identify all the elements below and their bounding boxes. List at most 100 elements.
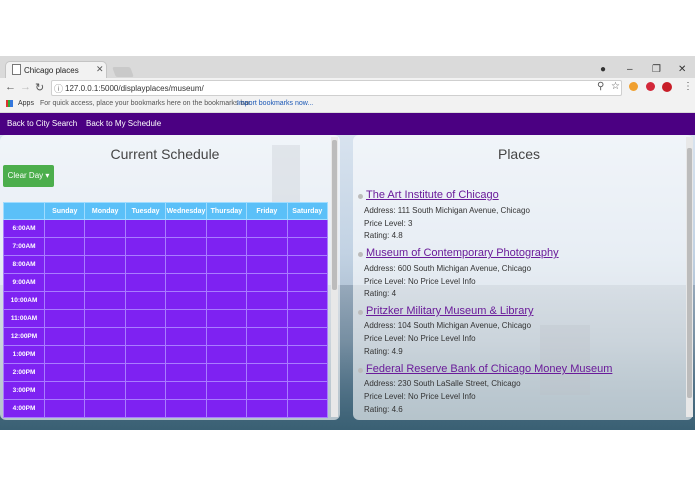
schedule-scroll-thumb[interactable] — [332, 140, 337, 290]
schedule-slot[interactable] — [84, 381, 126, 400]
clear-day-button[interactable]: Clear Day ▾ — [3, 165, 54, 187]
schedule-slot[interactable] — [124, 237, 167, 256]
schedule-slot[interactable] — [43, 273, 86, 292]
schedule-slot[interactable] — [165, 291, 207, 310]
back-to-city-search-link[interactable]: Back to City Search — [7, 119, 77, 128]
schedule-slot[interactable] — [286, 345, 329, 364]
schedule-slot[interactable] — [246, 219, 288, 238]
apps-link[interactable]: Apps — [18, 100, 34, 107]
back-to-schedule-link[interactable]: Back to My Schedule — [86, 119, 161, 128]
schedule-slot[interactable] — [43, 237, 86, 256]
schedule-slot[interactable] — [43, 309, 86, 328]
schedule-slot[interactable] — [43, 255, 86, 274]
schedule-slot[interactable] — [165, 381, 207, 400]
star-icon[interactable]: ☆ — [611, 81, 620, 92]
schedule-slot[interactable] — [205, 327, 248, 346]
places-scroll-thumb[interactable] — [687, 148, 692, 398]
reload-icon[interactable]: ↻ — [35, 81, 44, 94]
schedule-slot[interactable] — [205, 309, 248, 328]
schedule-slot[interactable] — [205, 291, 248, 310]
back-icon[interactable]: ← — [5, 81, 16, 93]
place-link-money-museum[interactable]: Federal Reserve Bank of Chicago Money Mu… — [366, 363, 612, 375]
schedule-slot[interactable] — [286, 327, 329, 346]
schedule-slot[interactable] — [43, 363, 86, 382]
schedule-slot[interactable] — [124, 273, 167, 292]
schedule-slot[interactable] — [84, 399, 126, 418]
schedule-slot[interactable] — [205, 363, 248, 382]
schedule-slot[interactable] — [286, 237, 329, 256]
adblock-icon[interactable] — [662, 82, 672, 92]
info-icon[interactable]: ⓘ — [54, 82, 63, 95]
place-link-art-institute[interactable]: The Art Institute of Chicago — [366, 189, 499, 201]
schedule-slot[interactable] — [205, 399, 248, 418]
schedule-slot[interactable] — [124, 309, 167, 328]
schedule-slot[interactable] — [124, 327, 167, 346]
schedule-slot[interactable] — [165, 309, 207, 328]
schedule-slot[interactable] — [286, 255, 329, 274]
minimize-icon[interactable]: – — [627, 64, 633, 75]
schedule-slot[interactable] — [246, 255, 288, 274]
schedule-slot[interactable] — [286, 399, 329, 418]
schedule-slot[interactable] — [165, 327, 207, 346]
schedule-slot[interactable] — [124, 345, 167, 364]
schedule-slot[interactable] — [205, 345, 248, 364]
schedule-slot[interactable] — [286, 363, 329, 382]
schedule-slot[interactable] — [246, 381, 288, 400]
schedule-slot[interactable] — [246, 273, 288, 292]
schedule-slot[interactable] — [84, 327, 126, 346]
schedule-slot[interactable] — [246, 345, 288, 364]
schedule-slot[interactable] — [286, 291, 329, 310]
import-bookmarks-link[interactable]: Import bookmarks now... — [237, 100, 313, 107]
schedule-slot[interactable] — [84, 363, 126, 382]
schedule-slot[interactable] — [246, 237, 288, 256]
schedule-slot[interactable] — [205, 381, 248, 400]
place-link-contemporary-photography[interactable]: Museum of Contemporary Photography — [366, 247, 559, 259]
maximize-icon[interactable]: ❐ — [652, 64, 661, 75]
schedule-slot[interactable] — [84, 255, 126, 274]
schedule-slot[interactable] — [43, 219, 86, 238]
schedule-slot[interactable] — [43, 327, 86, 346]
schedule-slot[interactable] — [124, 381, 167, 400]
schedule-slot[interactable] — [165, 219, 207, 238]
schedule-slot[interactable] — [165, 273, 207, 292]
forward-icon[interactable]: → — [20, 81, 31, 93]
opera-icon[interactable] — [646, 82, 655, 91]
schedule-slot[interactable] — [165, 345, 207, 364]
schedule-slot[interactable] — [84, 309, 126, 328]
schedule-slot[interactable] — [165, 399, 207, 418]
place-link-pritzker[interactable]: Pritzker Military Museum & Library — [366, 305, 533, 317]
schedule-slot[interactable] — [84, 345, 126, 364]
schedule-slot[interactable] — [205, 219, 248, 238]
apps-icon[interactable] — [6, 100, 13, 107]
schedule-slot[interactable] — [124, 219, 167, 238]
schedule-slot[interactable] — [205, 255, 248, 274]
schedule-slot[interactable] — [43, 345, 86, 364]
schedule-slot[interactable] — [286, 273, 329, 292]
schedule-slot[interactable] — [286, 381, 329, 400]
schedule-slot[interactable] — [246, 291, 288, 310]
schedule-slot[interactable] — [43, 381, 86, 400]
schedule-slot[interactable] — [286, 309, 329, 328]
schedule-slot[interactable] — [246, 363, 288, 382]
schedule-slot[interactable] — [124, 255, 167, 274]
schedule-slot[interactable] — [124, 363, 167, 382]
new-tab-button[interactable] — [112, 67, 134, 77]
schedule-slot[interactable] — [84, 237, 126, 256]
schedule-slot[interactable] — [205, 237, 248, 256]
menu-icon[interactable]: ⋮ — [683, 81, 693, 92]
profile-icon[interactable]: ● — [600, 64, 606, 75]
schedule-slot[interactable] — [246, 327, 288, 346]
schedule-slot[interactable] — [246, 399, 288, 418]
search-icon[interactable]: ⚲ — [597, 81, 604, 92]
schedule-slot[interactable] — [43, 291, 86, 310]
schedule-slot[interactable] — [165, 237, 207, 256]
schedule-slot[interactable] — [165, 255, 207, 274]
extension-icon[interactable] — [629, 82, 638, 91]
schedule-slot[interactable] — [84, 219, 126, 238]
schedule-slot[interactable] — [286, 219, 329, 238]
schedule-slot[interactable] — [124, 291, 167, 310]
close-window-icon[interactable]: ✕ — [678, 64, 686, 75]
schedule-slot[interactable] — [84, 291, 126, 310]
schedule-slot[interactable] — [246, 309, 288, 328]
schedule-slot[interactable] — [124, 399, 167, 418]
